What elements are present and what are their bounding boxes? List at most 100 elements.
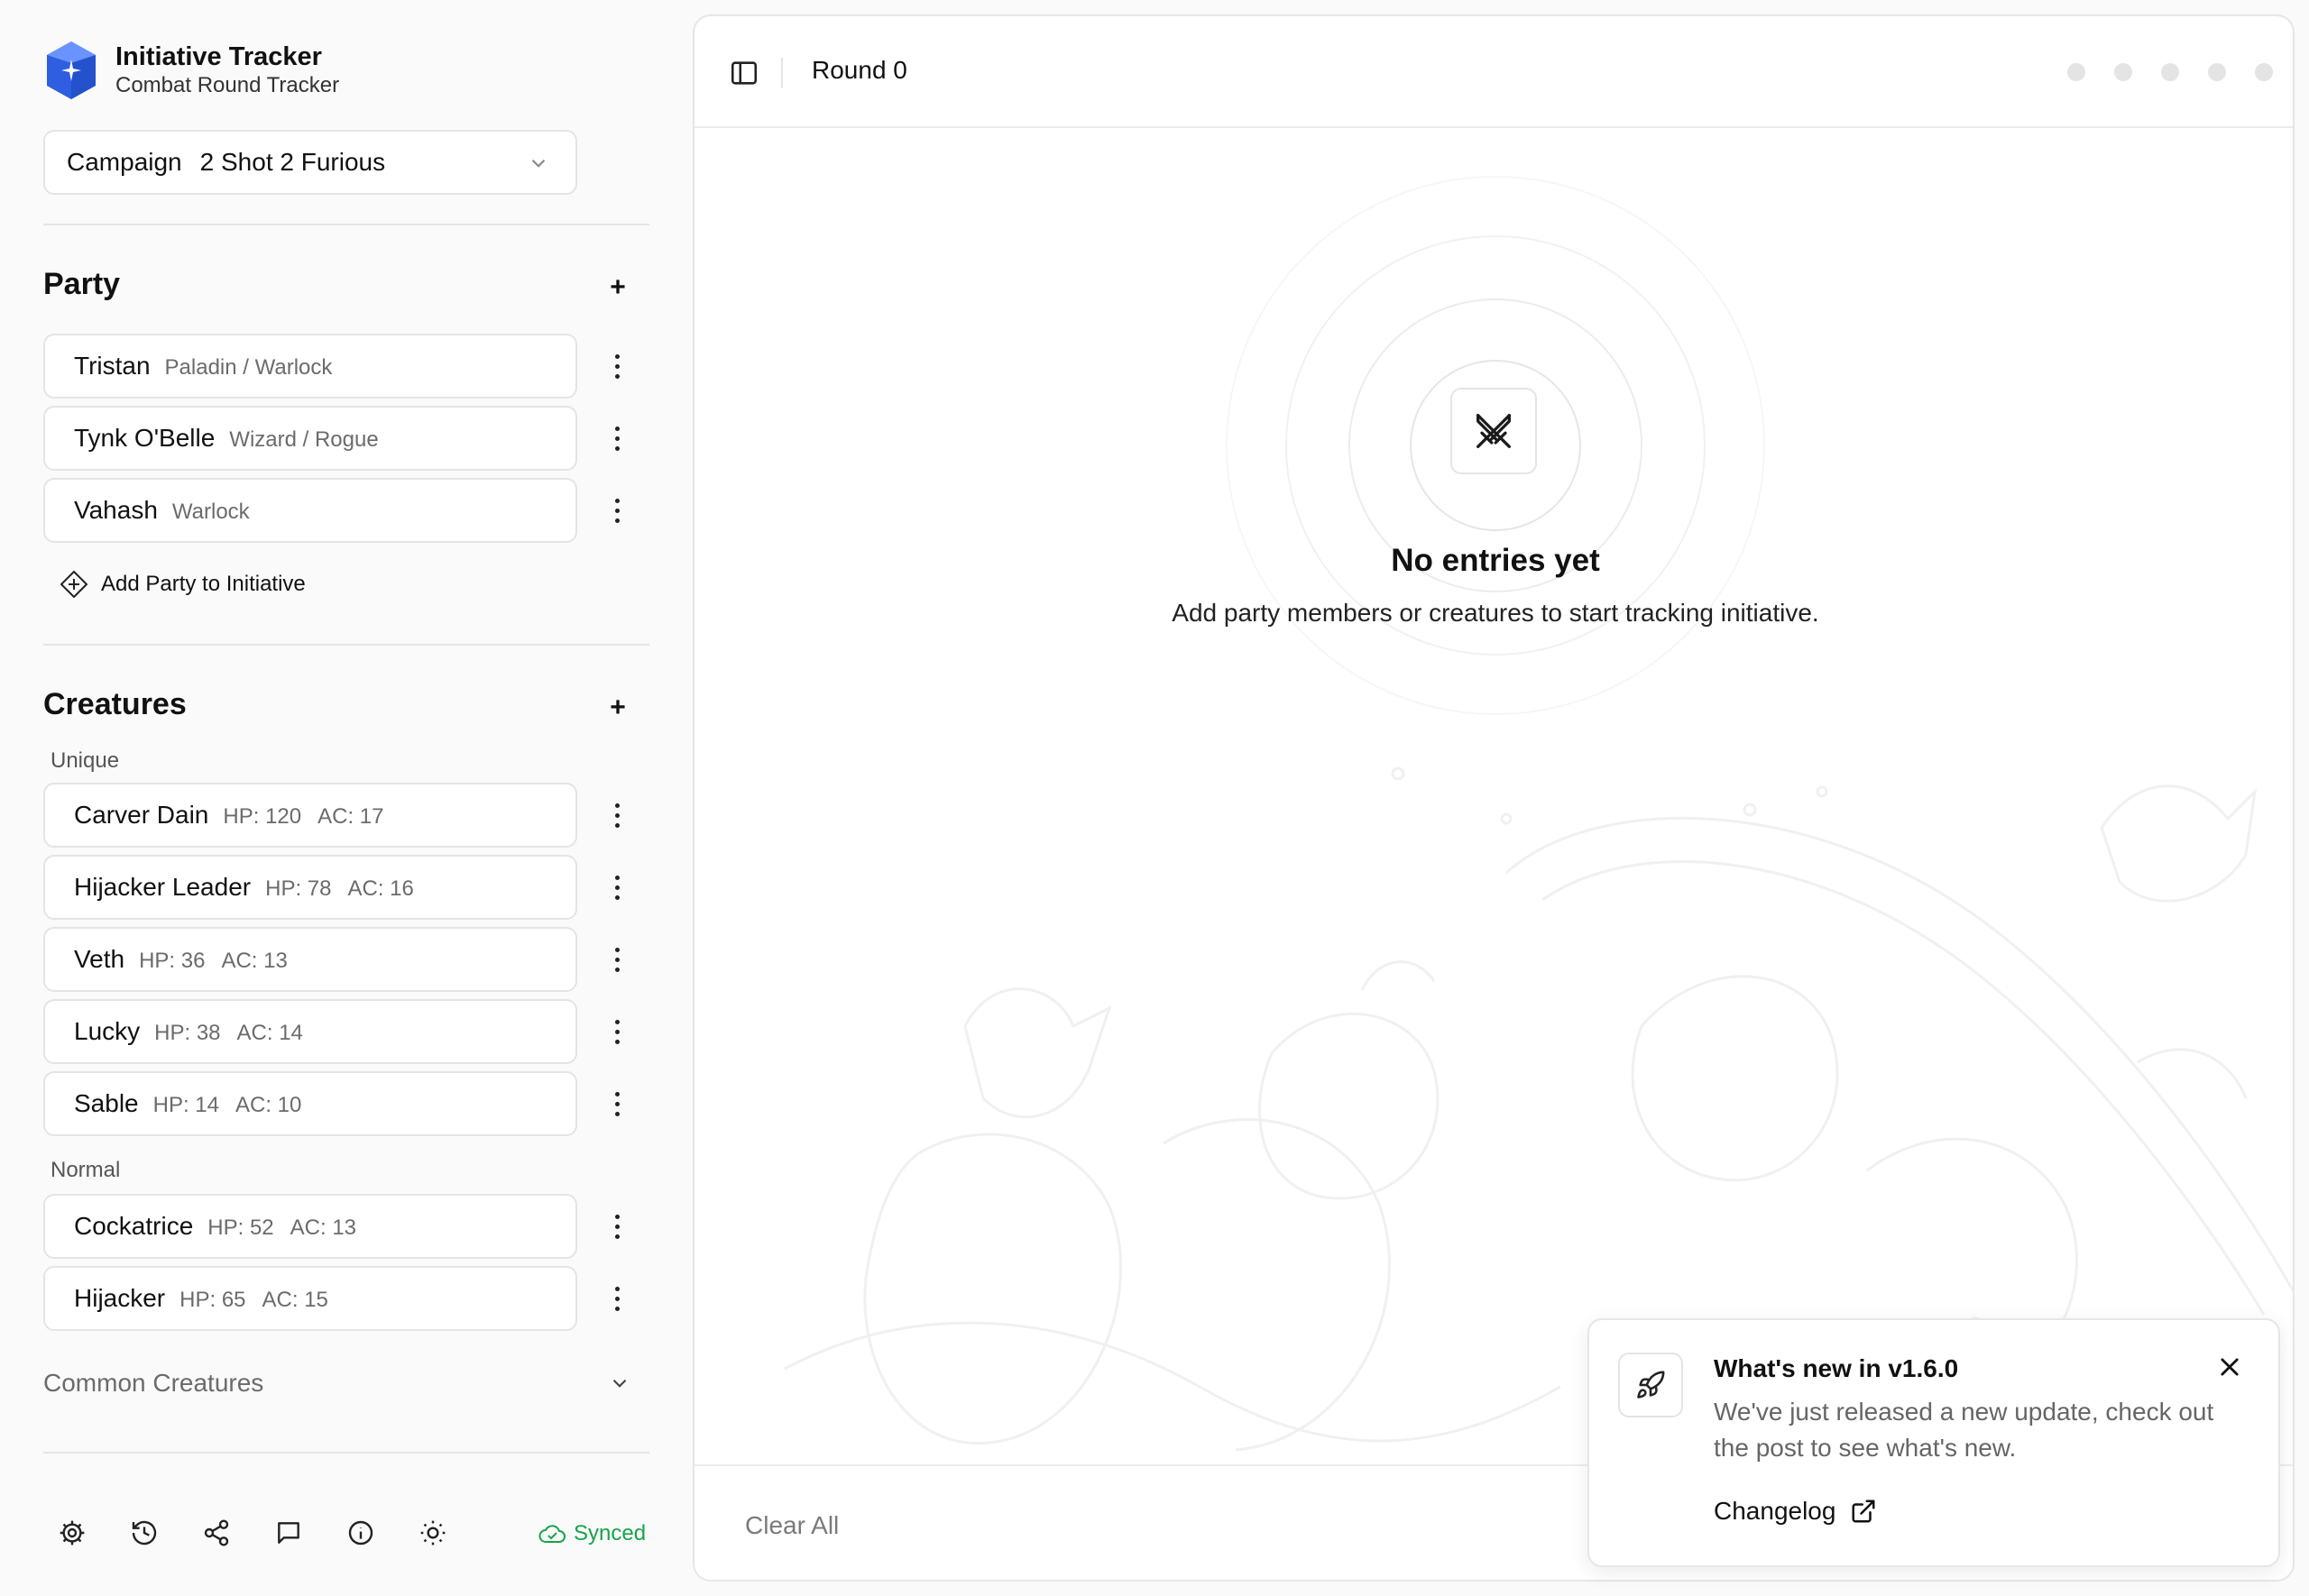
empty-state-icon-box — [1450, 388, 1537, 474]
creature-hp: HP: 36 — [139, 949, 206, 973]
creature-ac: AC: 13 — [290, 1215, 357, 1240]
more-options-icon[interactable] — [606, 1086, 628, 1122]
creature-entry[interactable]: Lucky HP: 38 AC: 14 — [43, 999, 577, 1064]
creature-name: Carver Dain — [74, 801, 209, 829]
creature-name: Cockatrice — [74, 1212, 194, 1240]
creature-name: Hijacker Leader — [74, 873, 252, 901]
changelog-label: Changelog — [1714, 1497, 1836, 1525]
close-icon[interactable] — [2217, 1354, 2242, 1380]
gear-icon[interactable] — [58, 1518, 87, 1547]
more-options-icon[interactable] — [606, 797, 628, 833]
creature-name: Lucky — [74, 1017, 141, 1045]
common-creatures-toggle[interactable]: Common Creatures — [43, 1369, 631, 1398]
app-subtitle: Combat Round Tracker — [115, 73, 340, 97]
chevron-down-icon — [531, 159, 546, 168]
brand: Initiative Tracker Combat Round Tracker — [43, 40, 339, 101]
share-icon[interactable] — [202, 1518, 231, 1547]
message-icon[interactable] — [274, 1518, 303, 1547]
creature-name: Hijacker — [74, 1284, 166, 1312]
divider — [43, 224, 649, 225]
add-party-to-initiative-button[interactable]: Add Party to Initiative — [60, 570, 306, 599]
app-title: Initiative Tracker — [115, 42, 322, 71]
crossed-swords-icon — [1476, 414, 1511, 448]
common-creatures-label: Common Creatures — [43, 1369, 264, 1397]
toast-title: What's new in v1.6.0 — [1714, 1354, 1959, 1382]
party-member-name: Vahash — [74, 496, 158, 524]
creature-hp: HP: 78 — [265, 876, 332, 901]
party-member[interactable]: Tristan Paladin / Warlock — [43, 334, 577, 399]
party-member-class: Warlock — [171, 500, 250, 524]
empty-state-subtitle: Add party members or creatures to start … — [1172, 599, 1819, 627]
top-bar: Round 0 — [695, 16, 2293, 128]
divider — [43, 644, 649, 646]
creature-ac: AC: 13 — [221, 949, 288, 973]
cloud-check-icon — [538, 1525, 566, 1543]
more-options-icon[interactable] — [606, 492, 628, 528]
plus-diamond-icon — [60, 571, 87, 598]
status-dots — [2067, 63, 2273, 81]
sync-status-label: Synced — [574, 1521, 647, 1546]
creature-ac: AC: 15 — [262, 1288, 328, 1312]
toast-body: We've just released a new update, check … — [1714, 1398, 2214, 1462]
creature-hp: HP: 120 — [223, 804, 302, 829]
d20-logo-icon — [47, 41, 96, 99]
creature-entry[interactable]: Veth HP: 36 AC: 13 — [43, 927, 577, 992]
creature-ac: AC: 10 — [235, 1093, 302, 1117]
party-member-class: Wizard / Rogue — [229, 427, 379, 452]
party-member[interactable]: Tynk O'Belle Wizard / Rogue — [43, 406, 577, 471]
more-options-icon[interactable] — [606, 420, 628, 456]
creature-ac: AC: 14 — [236, 1021, 303, 1045]
party-heading: Party — [43, 267, 121, 301]
add-party-label: Add Party to Initiative — [101, 572, 306, 596]
campaign-label: Campaign — [67, 148, 182, 176]
whats-new-toast: What's new in v1.6.0 We've just released… — [1587, 1318, 2280, 1567]
group-label-unique: Unique — [51, 748, 120, 773]
divider — [781, 58, 783, 88]
creature-entry[interactable]: Sable HP: 14 AC: 10 — [43, 1071, 577, 1136]
changelog-link[interactable]: Changelog — [1714, 1497, 1877, 1526]
rocket-icon — [1637, 1371, 1665, 1399]
creature-hp: HP: 14 — [152, 1093, 219, 1117]
creature-name: Veth — [74, 945, 125, 973]
campaign-select[interactable]: Campaign 2 Shot 2 Furious — [43, 130, 577, 195]
creature-entry[interactable]: Hijacker Leader HP: 78 AC: 16 — [43, 855, 577, 920]
more-options-icon[interactable] — [606, 1014, 628, 1050]
sidebar-footer-toolbar — [58, 1518, 447, 1547]
history-icon[interactable] — [130, 1518, 159, 1547]
divider — [43, 1452, 649, 1454]
creature-entry[interactable]: Hijacker HP: 65 AC: 15 — [43, 1266, 577, 1331]
creature-hp: HP: 52 — [207, 1215, 274, 1240]
creature-ac: AC: 16 — [347, 876, 414, 901]
creatures-heading: Creatures — [43, 687, 187, 721]
chevron-down-icon — [612, 1379, 627, 1388]
info-icon[interactable] — [346, 1518, 375, 1547]
more-options-icon[interactable] — [606, 1208, 628, 1244]
creature-entry[interactable]: Cockatrice HP: 52 AC: 13 — [43, 1194, 577, 1259]
creature-entry[interactable]: Carver Dain HP: 120 AC: 17 — [43, 783, 577, 848]
round-counter: Round 0 — [812, 56, 907, 84]
party-member-name: Tristan — [74, 352, 151, 380]
toast-icon-box — [1618, 1353, 1683, 1417]
sidebar: Initiative Tracker Combat Round Tracker … — [0, 0, 693, 1596]
sync-status: Synced — [538, 1520, 646, 1547]
creature-hp: HP: 38 — [154, 1021, 221, 1045]
creature-name: Sable — [74, 1089, 139, 1117]
group-label-normal: Normal — [51, 1158, 121, 1182]
add-party-member-button[interactable]: + — [604, 274, 631, 301]
external-link-icon — [1852, 1500, 1875, 1523]
more-options-icon[interactable] — [606, 1280, 628, 1316]
more-options-icon[interactable] — [606, 869, 628, 905]
more-options-icon[interactable] — [606, 348, 628, 384]
party-member-name: Tynk O'Belle — [74, 424, 216, 452]
sidebar-toggle-icon[interactable] — [729, 58, 759, 88]
add-creature-button[interactable]: + — [604, 694, 631, 721]
empty-state-title: No entries yet — [1391, 543, 1600, 578]
sun-icon[interactable] — [419, 1518, 447, 1547]
creature-hp: HP: 65 — [179, 1288, 246, 1312]
more-options-icon[interactable] — [606, 941, 628, 977]
clear-all-button[interactable]: Clear All — [745, 1511, 839, 1540]
party-member[interactable]: Vahash Warlock — [43, 478, 577, 543]
party-member-class: Paladin / Warlock — [164, 355, 333, 380]
campaign-value: 2 Shot 2 Furious — [199, 148, 386, 176]
creature-ac: AC: 17 — [317, 804, 384, 829]
